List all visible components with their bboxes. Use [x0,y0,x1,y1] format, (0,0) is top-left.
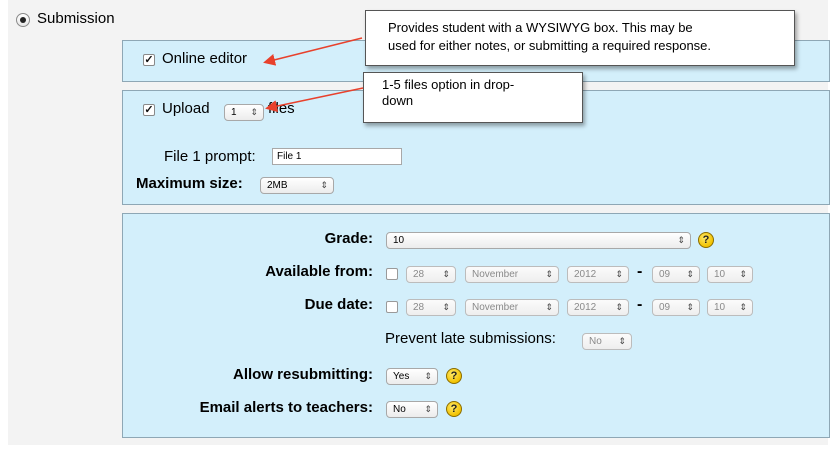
online-editor-arrow [263,37,363,66]
upload-arrow [265,87,364,113]
callout-arrows [263,37,364,113]
